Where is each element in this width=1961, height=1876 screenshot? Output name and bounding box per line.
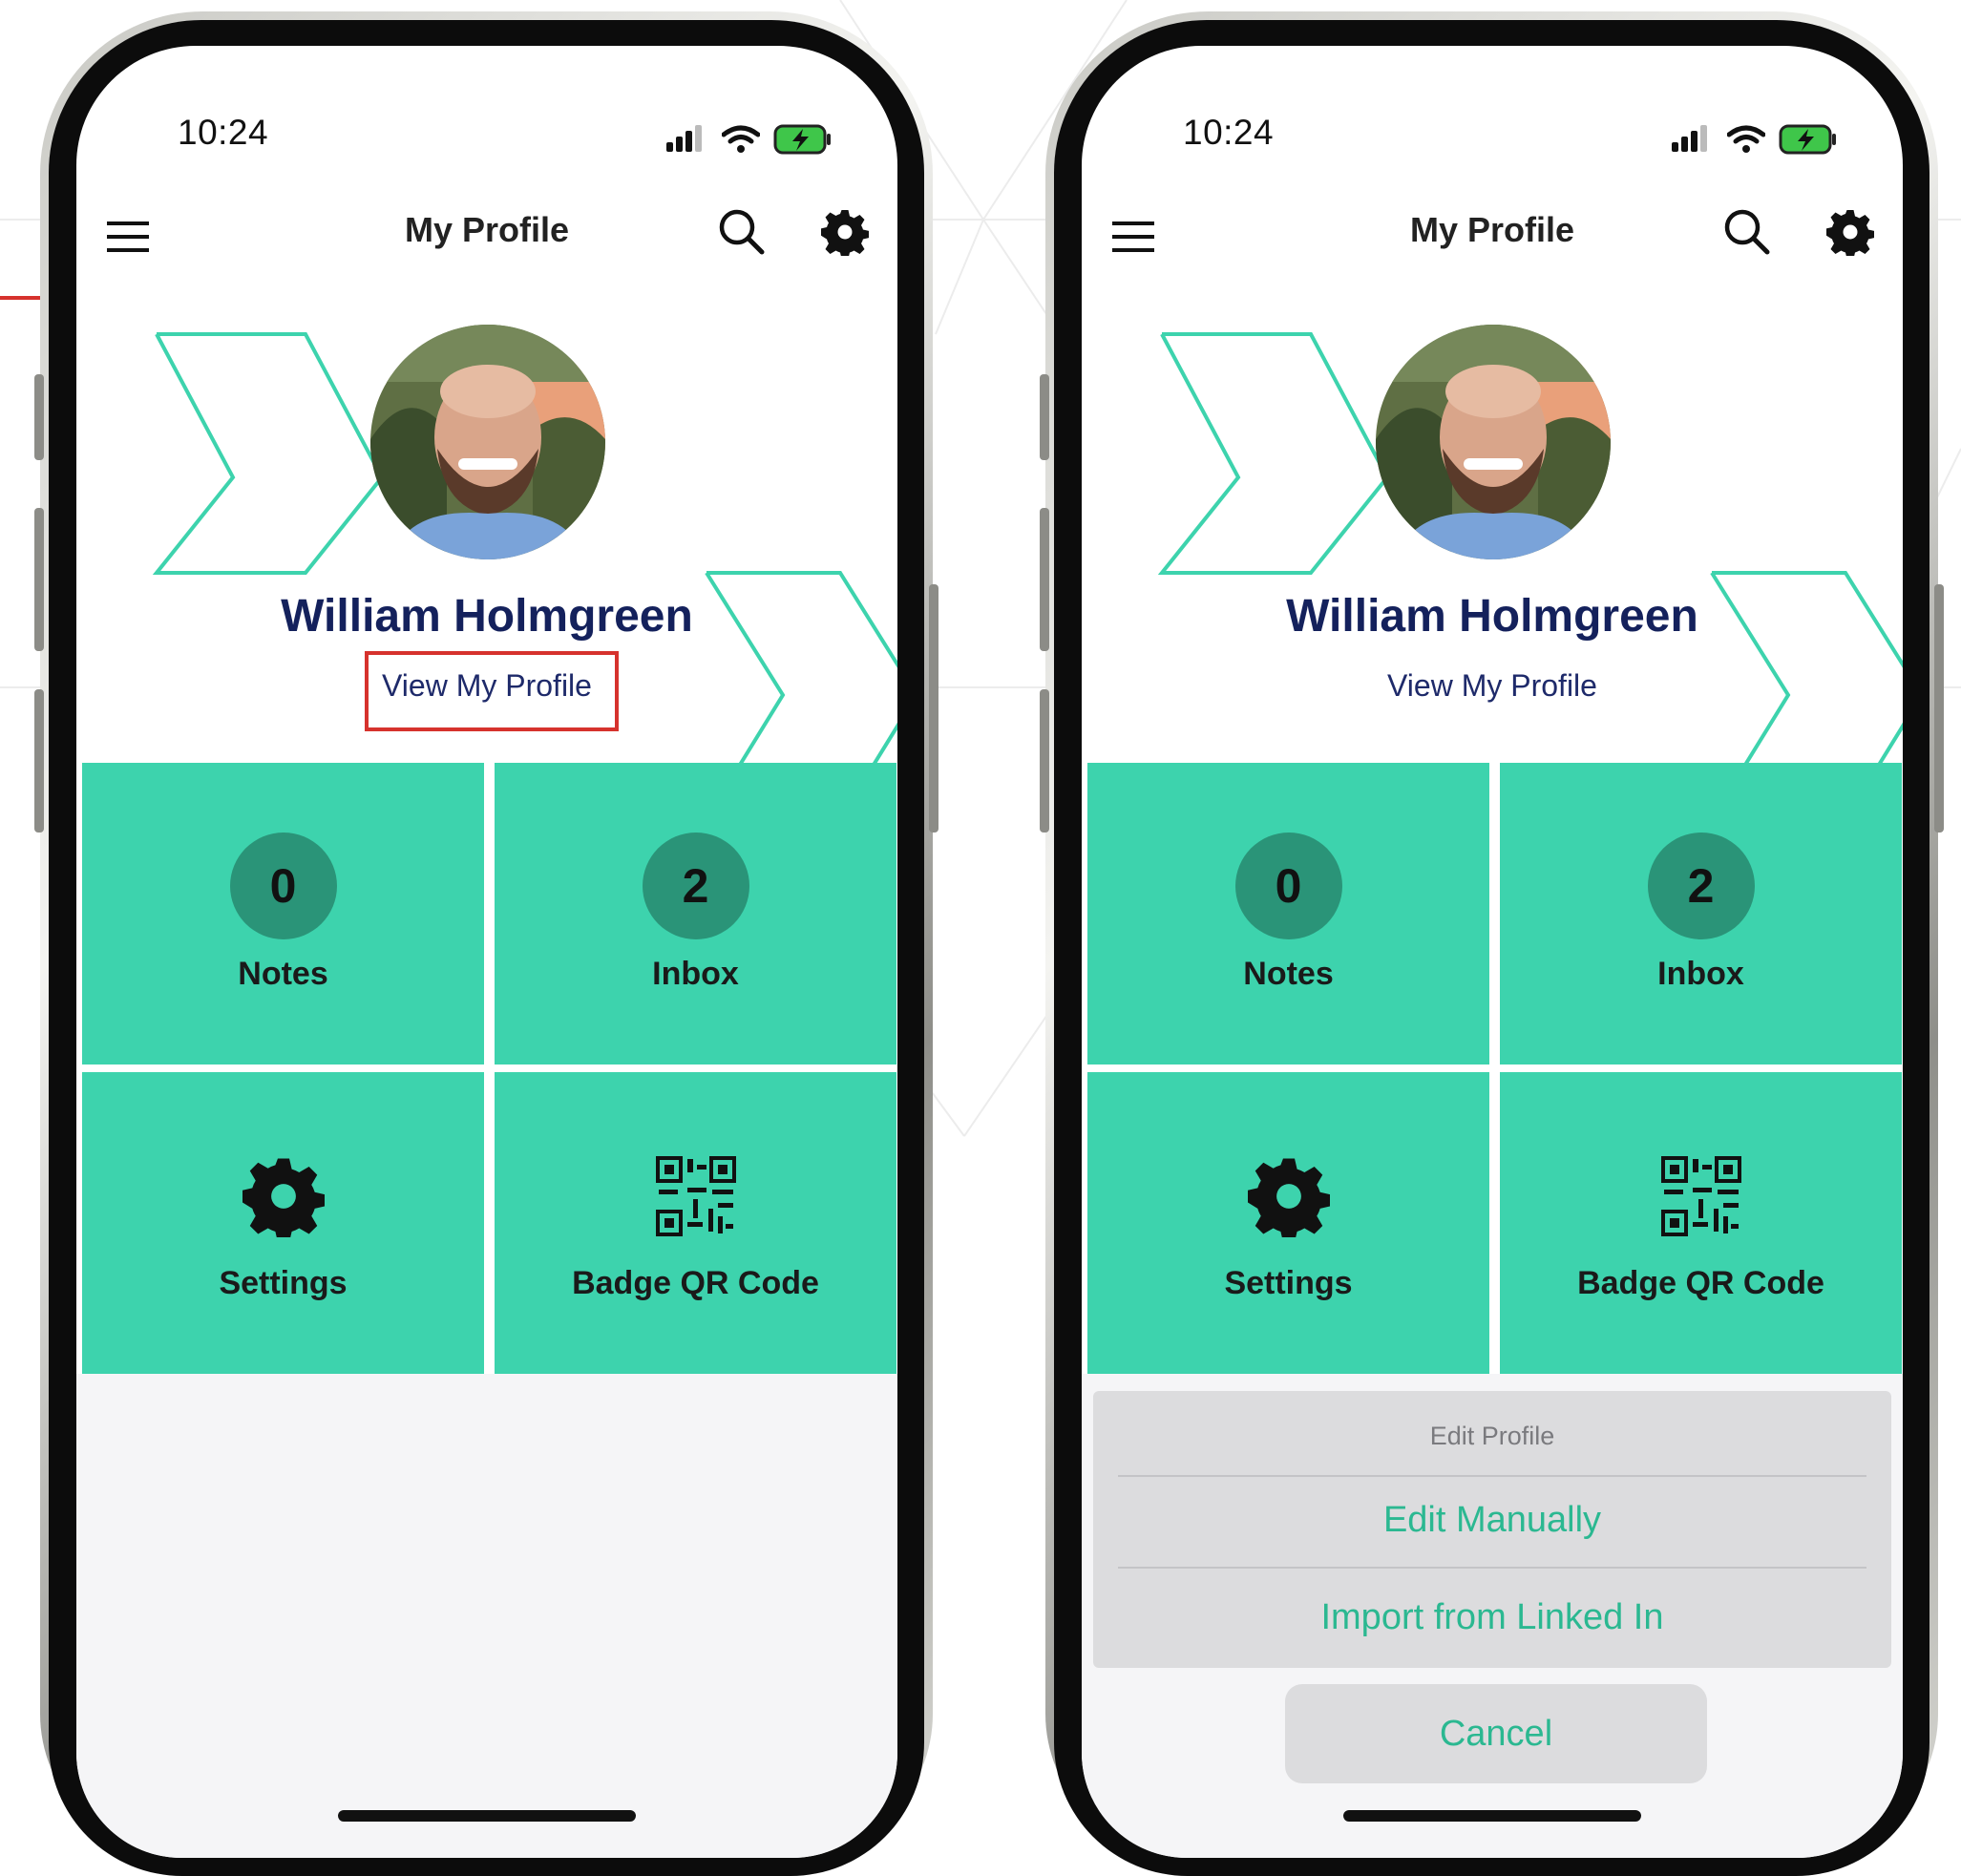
screen: 10:24 My Profile William Holmgreen View … (1082, 46, 1903, 1858)
phone-right: 10:24 My Profile William Holmgreen View … (1040, 11, 1944, 1876)
side-button (34, 374, 44, 460)
divider (1118, 1567, 1866, 1569)
tile-notes[interactable]: 0 Notes (1087, 763, 1489, 1064)
tile-settings[interactable]: Settings (82, 1072, 484, 1374)
avatar-image (370, 325, 605, 559)
side-button (1040, 689, 1049, 833)
phone-left: 10:24 My Profile William Holmgreen View … (34, 11, 938, 1876)
tile-label: Settings (1224, 1265, 1353, 1301)
tile-badge-qr-code[interactable]: Badge QR Code (495, 1072, 896, 1374)
notes-count-badge: 0 (229, 833, 337, 939)
tile-label: Inbox (652, 956, 739, 992)
view-profile-link[interactable]: View My Profile (1082, 668, 1903, 704)
side-button (1040, 374, 1049, 460)
inbox-count-badge: 2 (1647, 833, 1755, 939)
avatar-image (1376, 325, 1611, 559)
tile-label: Inbox (1657, 956, 1744, 992)
tile-inbox[interactable]: 2 Inbox (495, 763, 896, 1064)
home-indicator[interactable] (1343, 1810, 1641, 1822)
profile-name: William Holmgreen (281, 591, 693, 642)
action-sheet-title: Edit Profile (1429, 1422, 1555, 1450)
tile-label: Badge QR Code (572, 1265, 819, 1301)
side-button (34, 689, 44, 833)
inbox-count-badge: 2 (642, 833, 749, 939)
avatar[interactable] (370, 325, 605, 559)
divider (1118, 1475, 1866, 1477)
side-button (929, 584, 938, 833)
dashboard-tiles: 0 Notes 2 Inbox Settings Badge QR Code (82, 763, 896, 1374)
callout-highlight-box (365, 651, 619, 731)
notes-count-badge: 0 (1234, 833, 1342, 939)
side-button (1040, 508, 1049, 651)
tile-label: Badge QR Code (1577, 1265, 1824, 1301)
gear-icon (1247, 1158, 1330, 1237)
side-button (1934, 584, 1944, 833)
tile-label: Settings (219, 1265, 348, 1301)
avatar[interactable] (1376, 325, 1611, 559)
side-button (34, 508, 44, 651)
dashboard-tiles: 0 Notes 2 Inbox Settings Badge QR Code (1087, 763, 1902, 1374)
tile-settings[interactable]: Settings (1087, 1072, 1489, 1374)
screen: 10:24 My Profile William Holmgreen View … (76, 46, 897, 1858)
tile-label: Notes (1243, 956, 1334, 992)
qr-code-icon (1660, 1156, 1741, 1236)
action-sheet: Edit Profile Edit Manually Import from L… (1093, 1391, 1891, 1668)
home-indicator[interactable] (338, 1810, 636, 1822)
cancel-button[interactable]: Cancel (1285, 1684, 1707, 1783)
edit-manually-option[interactable]: Edit Manually (1093, 1500, 1891, 1541)
tile-badge-qr-code[interactable]: Badge QR Code (1500, 1072, 1902, 1374)
tile-notes[interactable]: 0 Notes (82, 763, 484, 1064)
profile-name: William Holmgreen (1286, 591, 1698, 642)
tile-label: Notes (238, 956, 328, 992)
tile-inbox[interactable]: 2 Inbox (1500, 763, 1902, 1064)
import-linkedin-option[interactable]: Import from Linked In (1093, 1597, 1891, 1638)
qr-code-icon (655, 1156, 736, 1236)
gear-icon (242, 1158, 325, 1237)
empty-area (76, 1374, 897, 1858)
